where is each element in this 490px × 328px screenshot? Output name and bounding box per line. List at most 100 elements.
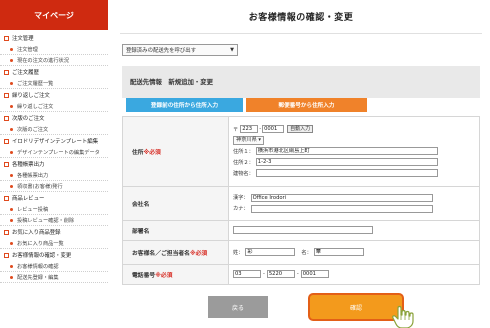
address-row: 住所※必須 〒 223 - 0001 自動入力 神奈川県 ▾ 住所１： 横浜市港…: [122, 116, 480, 187]
tab-registered-address[interactable]: 登録前の住所から住所入力: [126, 98, 243, 112]
sidebar-item[interactable]: お気に入り商品一覧: [0, 238, 108, 249]
bullet-icon: [10, 58, 13, 62]
category-square-icon: [4, 229, 9, 235]
sidebar-item[interactable]: ご注文履歴一覧: [0, 78, 108, 89]
pointing-hand-icon: [392, 305, 414, 328]
category-square-icon: [4, 115, 9, 121]
address-line1-label: 住所１：: [233, 148, 254, 155]
bullet-icon: [10, 264, 13, 268]
sidebar-item-label: ご注文履歴一覧: [17, 80, 54, 87]
sidebar-title: マイページ: [0, 0, 108, 30]
sidebar-category: 注文管理: [0, 32, 108, 44]
department-input[interactable]: [233, 225, 373, 234]
prefecture-select[interactable]: 神奈川県 ▾: [233, 135, 265, 145]
sidebar-item-label: 現在の注文の進行状況: [17, 57, 69, 64]
auto-input-button[interactable]: 自動入力: [287, 125, 314, 133]
bullet-icon: [10, 207, 13, 211]
last-name-label: 姓：: [233, 249, 244, 256]
bullet-icon: [10, 184, 13, 188]
customer-name-row: お客様名／ご担当者名※必須 姓： 彩 名： 華: [122, 240, 480, 265]
last-name-input[interactable]: 彩: [245, 248, 296, 256]
building-label: 建物名：: [233, 170, 254, 177]
category-square-icon: [4, 195, 9, 201]
bullet-icon: [10, 81, 13, 85]
bullet-icon: [10, 150, 13, 154]
saved-address-select-label: 登録済みの配送先を呼び出す: [126, 48, 197, 54]
sidebar: マイページ 注文管理 注文管理 現在の注文の進行状況 ご注文履歴 ご注文履歴一覧 繰り返し…: [0, 0, 108, 328]
address-label: 住所: [132, 150, 144, 156]
address-line2-input[interactable]: 1-2-3: [255, 158, 438, 166]
sidebar-item[interactable]: 領収書(お客様)発行: [0, 181, 108, 192]
sidebar-item[interactable]: 注文管理: [0, 44, 108, 55]
postal-separator: -: [259, 126, 262, 132]
sidebar-item[interactable]: お客様情報の確認: [0, 261, 108, 272]
required-mark: ※必須: [155, 273, 173, 279]
postal-code-1-input[interactable]: 223: [240, 125, 259, 133]
sidebar-item-label: 各種帳票出力: [17, 172, 49, 179]
sidebar-category: イロドリデザインテンプレート編集: [0, 135, 108, 147]
sidebar-item[interactable]: レビュー投稿: [0, 204, 108, 215]
postal-code-2-input[interactable]: 0001: [262, 125, 285, 133]
phone-label: 電話番号: [132, 273, 156, 279]
phone-input-cell: 03 - 5220 - 0001: [228, 264, 480, 285]
dropdown-caret-icon: ▼: [230, 47, 234, 53]
section-title: 配送先情報 新規追加・変更: [130, 78, 214, 86]
first-name-input[interactable]: 華: [313, 248, 364, 256]
phone-part1-input[interactable]: 03: [233, 270, 261, 278]
customer-name-label-cell: お客様名／ご担当者名※必須: [122, 240, 229, 265]
bullet-icon: [10, 127, 13, 131]
sidebar-item[interactable]: 現在の注文の進行状況: [0, 55, 108, 66]
company-label-cell: 会社名: [122, 186, 229, 221]
category-square-icon: [4, 252, 9, 258]
saved-address-select[interactable]: 登録済みの配送先を呼び出す ▼: [122, 44, 238, 56]
address-label-cell: 住所※必須: [122, 116, 229, 187]
sidebar-category: お客様情報の確認・変更: [0, 249, 108, 261]
address-line1-input[interactable]: 横浜市港北区綱島上町: [255, 147, 438, 155]
sidebar-item[interactable]: 各種帳票出力: [0, 170, 108, 181]
company-input-cell: 漢字： Office Irodori カナ：: [228, 186, 480, 221]
phone-row: 電話番号※必須 03 - 5220 - 0001: [122, 264, 480, 285]
department-row: 部署名: [122, 220, 480, 241]
sidebar-item[interactable]: 配送先登録・編集: [0, 272, 108, 283]
sidebar-item[interactable]: 次版のご注文: [0, 124, 108, 135]
address-input-cell: 〒 223 - 0001 自動入力 神奈川県 ▾ 住所１： 横浜市港北区綱島上町…: [228, 116, 480, 187]
tab-postal-code[interactable]: 郵便番号から住所入力: [246, 98, 367, 112]
sidebar-category: お気に入り商品登録: [0, 226, 108, 238]
sidebar-item-label: 次版のご注文: [17, 126, 49, 133]
bullet-icon: [10, 173, 13, 177]
building-input[interactable]: [255, 169, 438, 177]
phone-separator: -: [296, 271, 299, 277]
prefecture-value: 神奈川県: [236, 136, 257, 143]
sidebar-item-label: 領収書(お客様)発行: [17, 183, 63, 190]
sidebar-item-label: 商品レビュー: [12, 196, 45, 202]
page-title: お客様情報の確認・変更: [248, 13, 354, 23]
section-header: 配送先情報 新規追加・変更: [122, 66, 480, 98]
phone-part2-input[interactable]: 5220: [266, 270, 295, 278]
sidebar-item[interactable]: デザインテンプレートの編集データ: [0, 147, 108, 158]
page-title-bar: お客様情報の確認・変更: [120, 0, 482, 34]
company-kana-input[interactable]: [250, 204, 433, 213]
sidebar-item[interactable]: 投稿レビュー確認・削除: [0, 215, 108, 226]
phone-part3-input[interactable]: 0001: [300, 270, 329, 278]
address-form: 住所※必須 〒 223 - 0001 自動入力 神奈川県 ▾ 住所１： 横浜市港…: [122, 116, 480, 285]
first-name-label: 名：: [301, 249, 312, 256]
sidebar-item-label: 繰り返しご注文: [17, 103, 54, 110]
postal-prefix: 〒: [233, 126, 239, 133]
required-mark: ※必須: [143, 150, 161, 156]
category-square-icon: [4, 69, 9, 75]
sidebar-item-label: お客様情報の確認・変更: [12, 253, 72, 259]
sidebar-item-label: 注文管理: [17, 46, 38, 53]
sidebar-item-label: 投稿レビュー確認・削除: [17, 217, 75, 224]
sidebar-item[interactable]: 繰り返しご注文: [0, 101, 108, 112]
department-label-cell: 部署名: [122, 220, 229, 241]
back-button[interactable]: 戻る: [208, 296, 268, 318]
company-kanji-label: 漢字：: [233, 195, 249, 201]
sidebar-item-label: 注文管理: [12, 36, 34, 42]
company-kanji-input[interactable]: Office Irodori: [250, 193, 433, 202]
address-line2-label: 住所２：: [233, 159, 254, 166]
phone-separator: -: [263, 271, 265, 277]
sidebar-menu: 注文管理 注文管理 現在の注文の進行状況 ご注文履歴 ご注文履歴一覧 繰り返しご注文 繰り返…: [0, 30, 108, 283]
sidebar-category: 繰り返しご注文: [0, 89, 108, 101]
sidebar-item-label: 繰り返しご注文: [12, 93, 50, 99]
sidebar-item-label: デザインテンプレートの編集データ: [17, 149, 100, 156]
